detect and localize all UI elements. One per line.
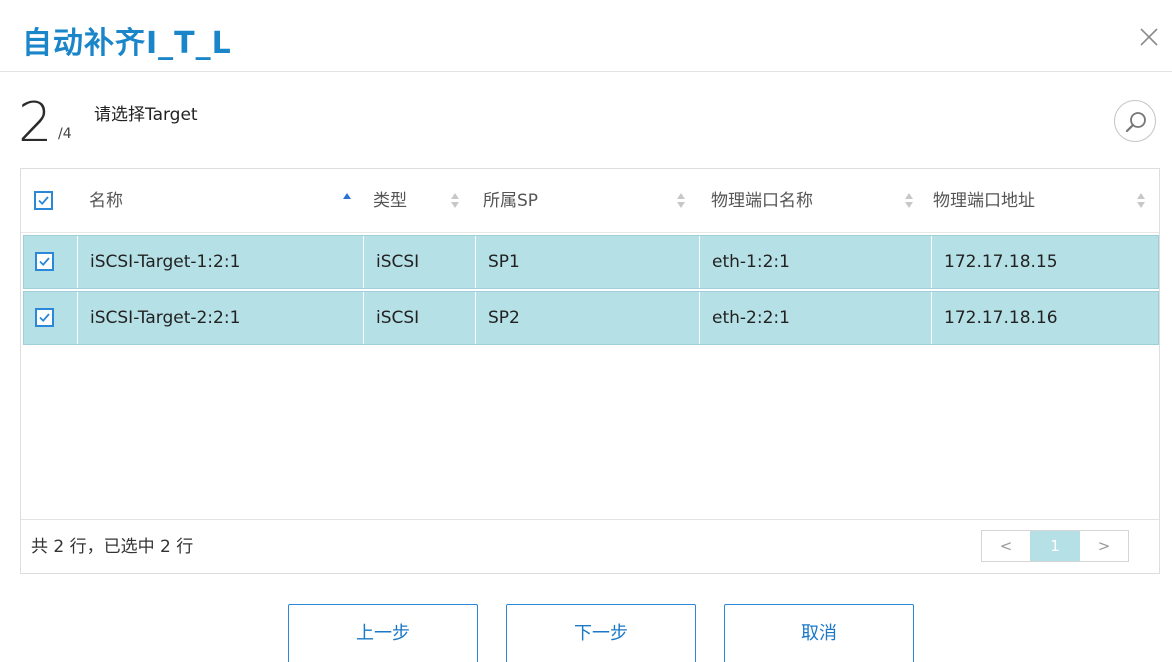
prev-page-button[interactable]: < (982, 531, 1030, 561)
search-button[interactable] (1114, 100, 1156, 142)
cell-port-name: eth-1:2:1 (700, 236, 932, 288)
checkbox-cell (24, 292, 78, 344)
cell-port-name: eth-2:2:1 (700, 292, 932, 344)
cell-port-address: 172.17.18.16 (944, 308, 1058, 328)
cell-port-address: 172.17.18.15 (944, 252, 1058, 272)
next-step-button[interactable]: 下一步 (506, 604, 696, 662)
row-count-summary: 共 2 行，已选中 2 行 (31, 537, 194, 557)
cell-type: iSCSI (364, 236, 476, 288)
close-icon (1140, 28, 1158, 46)
page-number-button[interactable]: 1 (1030, 531, 1080, 561)
step-label: 请选择Target (94, 105, 198, 125)
pagination: < 1 > (981, 530, 1129, 562)
sort-icon[interactable] (904, 193, 914, 209)
checkmark-icon (38, 196, 49, 206)
close-button[interactable] (1134, 22, 1164, 52)
table-header: 名称 类型 所属SP 物理端口名称 物理端口地址 (21, 169, 1159, 233)
step-total: /4 (58, 126, 72, 142)
previous-step-button[interactable]: 上一步 (288, 604, 478, 662)
cell-sp: SP2 (476, 292, 700, 344)
auto-complete-itl-dialog: 自动补齐I_T_L 2 /4 请选择Target 名称 类型 所属SP 物理端口… (0, 0, 1172, 662)
search-icon (1125, 112, 1146, 133)
column-header-port-address[interactable]: 物理端口地址 (933, 169, 1035, 233)
sort-icon[interactable] (1136, 193, 1146, 209)
sort-asc-icon[interactable] (342, 193, 352, 209)
sort-icon[interactable] (450, 193, 460, 209)
step-current: 2 (18, 91, 53, 154)
column-header-sp[interactable]: 所属SP (483, 169, 538, 233)
table-row[interactable]: iSCSI-Target-1:2:1 iSCSI SP1 eth-1:2:1 1… (23, 235, 1159, 289)
column-header-type[interactable]: 类型 (373, 169, 407, 233)
cell-sp: SP1 (476, 236, 700, 288)
next-page-button[interactable]: > (1080, 531, 1128, 561)
cancel-button[interactable]: 取消 (724, 604, 914, 662)
cell-type: iSCSI (364, 292, 476, 344)
cell-name: iSCSI-Target-1:2:1 (78, 236, 364, 288)
column-header-port-name[interactable]: 物理端口名称 (711, 169, 813, 233)
cell-name: iSCSI-Target-2:2:1 (78, 292, 364, 344)
table-row[interactable]: iSCSI-Target-2:2:1 iSCSI SP2 eth-2:2:1 1… (23, 291, 1159, 345)
dialog-title: 自动补齐I_T_L (22, 26, 232, 61)
column-header-name[interactable]: 名称 (89, 169, 123, 233)
target-table: 名称 类型 所属SP 物理端口名称 物理端口地址 iSCSI-Target-1:… (20, 168, 1160, 574)
dialog-titlebar: 自动补齐I_T_L (0, 0, 1172, 72)
table-footer: 共 2 行，已选中 2 行 < 1 > (21, 519, 1159, 573)
checkbox-cell (24, 236, 78, 288)
select-all-checkbox[interactable] (34, 191, 53, 210)
sort-icon[interactable] (676, 193, 686, 209)
